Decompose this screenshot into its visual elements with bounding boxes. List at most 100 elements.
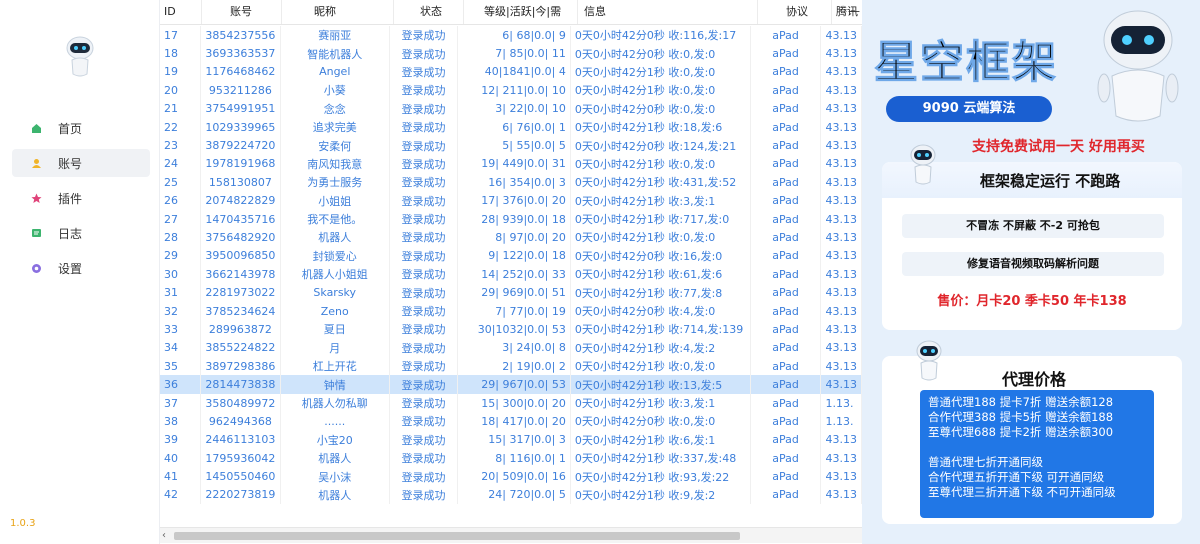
cell-id: 18 [160, 44, 201, 63]
scroll-left-icon[interactable]: ‹ [162, 530, 166, 541]
table-row[interactable]: 18 3693363537 智能机器人 登录成功 7| 85|0.0| 11 0天0小时4… [160, 44, 862, 63]
cell-account: 289963872 [200, 320, 281, 339]
cell-level: 6| 68|0.0| 9 [457, 26, 571, 45]
cell-account: 3580489972 [200, 393, 281, 413]
cell-nickname: 念念 [280, 99, 390, 118]
column-header-info[interactable]: 信息 [578, 0, 758, 24]
table-row[interactable]: 19 1176468462 Angel 登录成功 40|1841|0.0| 4 0天0小时… [160, 62, 862, 82]
cell-protocol: aPad [750, 265, 822, 284]
cell-account: 3897298386 [200, 357, 281, 376]
table-row[interactable]: 36 2814473838 钟情 登录成功 29| 967|0.0| 53 0天0小时42… [160, 375, 862, 394]
column-header-level[interactable]: 等级|活跃|今|需 [464, 0, 578, 24]
table-row[interactable]: 34 3855224822 月登录成功 3| 24|0.0| 8 0天0小时42分1秒 … [160, 338, 862, 358]
table-row[interactable]: 20 953211286 小葵 登录成功 12| 211|0.0| 10 0天0小时42分… [160, 81, 862, 100]
table-row[interactable]: 32 3785234624 Zeno 登录成功 7| 77|0.0| 19 0天0小时42… [160, 301, 862, 321]
column-header-protocol[interactable]: 协议 [758, 0, 832, 24]
cell-id: 24 [160, 154, 201, 174]
cell-id: 35 [160, 357, 201, 376]
table-row[interactable]: 28 3756482920 机器人 登录成功 8| 97|0.0| 20 0天0小时42分… [160, 228, 862, 247]
cell-status: 登录成功 [389, 320, 459, 339]
cell-nickname: 我不是他。 [280, 209, 390, 229]
table-row[interactable]: 23 3879224720 安柔何 登录成功 5| 55|0.0| 5 0天0小时42分0… [160, 136, 862, 155]
cell-protocol: aPad [750, 246, 822, 266]
cell-tencent: 43.13 [820, 338, 862, 358]
minimize-button[interactable]: — [848, 4, 860, 18]
cell-id: 20 [160, 81, 201, 100]
sidebar-item-label: 插件 [58, 191, 83, 206]
table-row[interactable]: 24 1978191968 南风知我意 登录成功 19| 449|0.0| 31 0天0小… [160, 154, 862, 174]
sidebar-item-plugins[interactable]: 插件 [12, 184, 150, 212]
column-header-account[interactable]: 账号 [202, 0, 282, 24]
table-row[interactable]: 33 289963872 夏日 登录成功 30|1032|0.0| 53 0天0小时42分… [160, 320, 862, 339]
table-row[interactable]: 30 3662143978 机器人小姐姐 登录成功 14| 252|0.0| 33 0天0… [160, 265, 862, 284]
column-header-nickname[interactable]: 昵称 [282, 0, 394, 24]
cell-tencent: 43.13 [820, 301, 862, 321]
table-row[interactable]: 35 3897298386 杠上开花 登录成功 2| 19|0.0| 2 0天0小时42分… [160, 357, 862, 376]
cell-id: 23 [160, 136, 201, 155]
sidebar-item-home[interactable]: 首页 [12, 114, 150, 142]
cell-account: 3754991951 [200, 99, 281, 118]
feature-row-2: 修复语音视频取码解析问题 [902, 252, 1164, 276]
cell-info: 0天0小时42分1秒 收:0,发:0 [570, 228, 751, 247]
column-header-id[interactable]: ID [160, 0, 202, 24]
cell-id: 26 [160, 191, 201, 210]
table-row[interactable]: 37 3580489972 机器人勿私聊 登录成功 15| 300|0.0| 20 0天0… [160, 393, 862, 413]
cell-id: 28 [160, 228, 201, 247]
cell-tencent: 43.13 [820, 99, 862, 118]
feature-card: 框架稳定运行 不跑路 不冒冻 不屏蔽 不-2 可抢包 修复语音视频取码解析问题 … [882, 162, 1182, 330]
plugin-icon [30, 192, 42, 204]
cell-level: 28| 939|0.0| 18 [457, 209, 571, 229]
cell-level: 7| 85|0.0| 11 [457, 44, 571, 63]
cell-info: 0天0小时42分1秒 收:13,发:5 [570, 375, 751, 394]
table-row[interactable]: 29 3950096850 封锁爱心 登录成功 9| 122|0.0| 18 0天0小时4… [160, 246, 862, 266]
cell-protocol: aPad [750, 448, 822, 468]
table-row[interactable]: 41 1450550460 吴小沫 登录成功 20| 509|0.0| 16 0天0小时4… [160, 467, 862, 486]
cell-account: 2281973022 [200, 283, 281, 302]
sidebar-item-settings[interactable]: 设置 [12, 254, 150, 282]
horizontal-scrollbar[interactable]: ‹ [160, 527, 862, 543]
table-row[interactable]: 42 2220273819 机器人 登录成功 24| 720|0.0| 5 0天0小时42… [160, 485, 862, 505]
cell-id: 39 [160, 430, 201, 449]
table-row[interactable]: 39 2446113103 小宝20 登录成功 15| 317|0.0| 3 0天0小时4… [160, 430, 862, 449]
accounts-grid: 17 3854237556 赛丽亚 登录成功 6| 68|0.0| 9 0天0小时42分0… [160, 26, 862, 505]
cell-account: 158130807 [200, 173, 281, 192]
sidebar-item-label: 日志 [58, 226, 83, 241]
cell-level: 16| 354|0.0| 3 [457, 173, 571, 192]
cell-nickname: 智能机器人 [280, 44, 390, 63]
robot-mascot-icon [1097, 10, 1179, 122]
table-row[interactable]: 31 2281973022 Skarsky 登录成功 29| 969|0.0| 51 0天… [160, 283, 862, 302]
cell-nickname: 封锁爱心 [280, 246, 390, 266]
cell-id: 19 [160, 62, 201, 82]
table-row[interactable]: 22 1029339965 追求完美 登录成功 6| 76|0.0| 1 0天0小时42分… [160, 117, 862, 137]
cell-account: 953211286 [200, 81, 281, 100]
cell-tencent: 43.13 [820, 136, 862, 155]
cell-nickname: 追求完美 [280, 117, 390, 137]
sidebar: 首页 账号 插件 日志 设置 1.0.3 [0, 0, 160, 544]
table-row[interactable]: 25 158130807 为勇士服务 登录成功 16| 354|0.0| 3 0天0小时4… [160, 173, 862, 192]
table-row[interactable]: 27 1470435716 我不是他。 登录成功 28| 939|0.0| 18 0天0小… [160, 209, 862, 229]
table-row[interactable]: 40 1795936042 机器人 登录成功 8| 116|0.0| 1 0天0小时42分… [160, 448, 862, 468]
cell-id: 17 [160, 26, 201, 45]
cell-level: 29| 967|0.0| 53 [457, 375, 571, 394]
cell-protocol: aPad [750, 44, 822, 63]
cell-status: 登录成功 [389, 338, 459, 358]
cell-protocol: aPad [750, 136, 822, 155]
scrollbar-thumb[interactable] [174, 532, 740, 540]
cell-status: 登录成功 [389, 44, 459, 63]
cell-protocol: aPad [750, 99, 822, 118]
agent-line [928, 440, 1146, 455]
cell-info: 0天0小时42分1秒 收:4,发:2 [570, 338, 751, 358]
table-row[interactable]: 38 962494368...... 登录成功 18| 417|0.0| 20 0天0小… [160, 412, 862, 431]
table-row[interactable]: 21 3754991951 念念 登录成功 3| 22|0.0| 10 0天0小时42分0… [160, 99, 862, 118]
cell-nickname: 月 [280, 338, 390, 358]
sidebar-item-accounts[interactable]: 账号 [12, 149, 150, 177]
cell-level: 17| 376|0.0| 20 [457, 191, 571, 210]
cell-info: 0天0小时42分1秒 收:337,发:48 [570, 448, 751, 468]
column-header-status[interactable]: 状态 [394, 0, 464, 24]
table-row[interactable]: 26 2074822829 小姐姐 登录成功 17| 376|0.0| 20 0天0小时4… [160, 191, 862, 210]
sidebar-item-logs[interactable]: 日志 [12, 219, 150, 247]
table-row[interactable]: 17 3854237556 赛丽亚 登录成功 6| 68|0.0| 9 0天0小时42分0… [160, 26, 862, 45]
cell-level: 7| 77|0.0| 19 [457, 301, 571, 321]
cell-tencent: 43.13 [820, 320, 862, 339]
cell-tencent: 43.13 [820, 26, 862, 45]
